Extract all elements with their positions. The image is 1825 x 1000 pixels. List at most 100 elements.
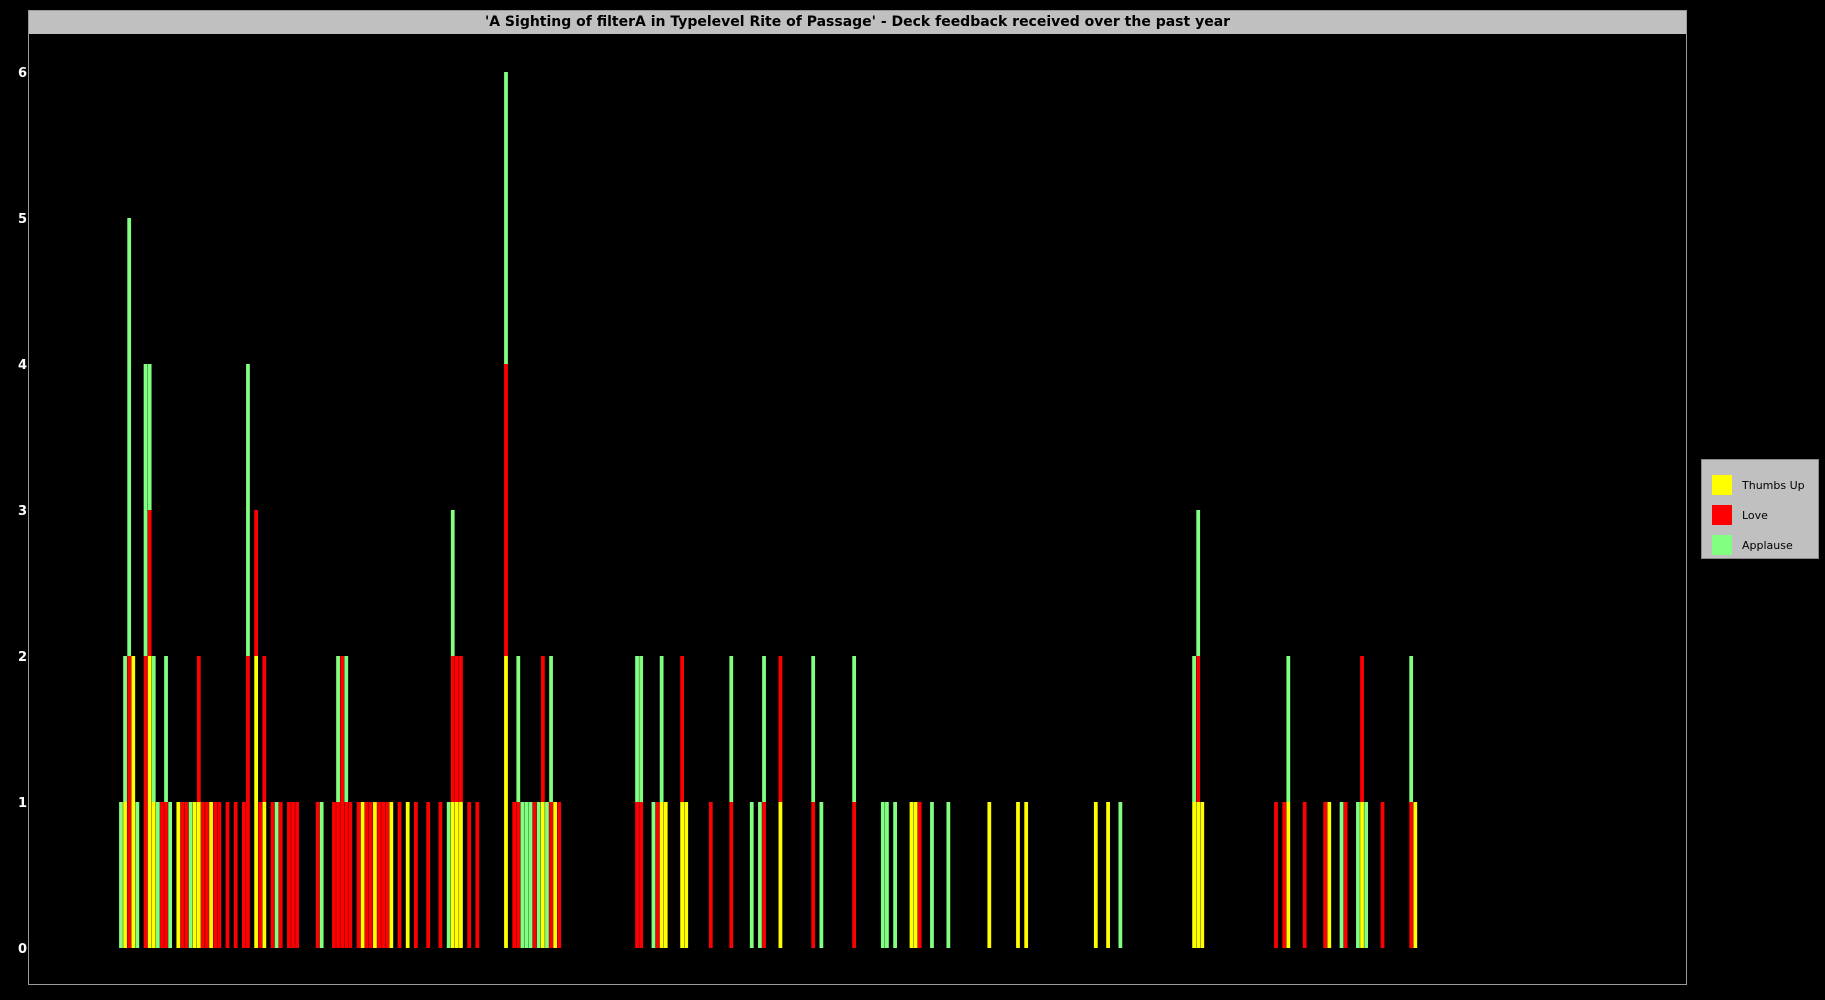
bar-love-295 — [1323, 802, 1328, 948]
legend-item-love: Love — [1712, 500, 1818, 530]
bar-applause-106 — [549, 656, 553, 802]
bar-applause-2 — [123, 656, 127, 802]
bar-love-20 — [196, 656, 201, 802]
bar-love-76 — [426, 802, 431, 948]
bar-applause-286 — [1286, 656, 1291, 802]
y-tick-label-4: 4 — [18, 358, 27, 373]
bar-applause-18 — [188, 802, 193, 948]
bar-love-170 — [811, 802, 816, 948]
bar-love-22 — [205, 802, 209, 948]
bar-applause-133 — [659, 656, 664, 802]
bar-love-150 — [729, 802, 734, 948]
bar-applause-100 — [524, 802, 529, 948]
bar-applause-81 — [446, 802, 451, 948]
bar-love-69 — [397, 802, 402, 948]
bar-applause-127 — [635, 656, 639, 802]
bar-thumbs-up-264 — [1196, 802, 1201, 948]
bar-love-82 — [450, 656, 455, 802]
bar-love-104 — [540, 656, 545, 802]
bar-thumbs-up-71 — [405, 802, 410, 948]
bar-thumbs-up-82 — [450, 802, 455, 948]
bar-applause-305 — [1364, 802, 1369, 948]
bar-applause-7 — [143, 364, 148, 656]
bar-love-98 — [516, 802, 521, 948]
bar-love-316 — [1409, 802, 1414, 948]
bar-thumbs-up-9 — [151, 802, 156, 948]
bar-thumbs-up-138 — [680, 802, 684, 948]
bar-love-73 — [414, 802, 418, 948]
bar-thumbs-up-84 — [459, 802, 463, 948]
y-tick-label-1: 1 — [18, 796, 27, 811]
bar-applause-264 — [1196, 510, 1201, 656]
legend-label-thumbs-up: Thumbs Up — [1742, 478, 1805, 492]
bar-love-127 — [635, 802, 639, 948]
legend-item-thumbs-up: Thumbs Up — [1712, 470, 1818, 500]
bar-thumbs-up-83 — [454, 802, 459, 948]
bar-applause-99 — [520, 802, 525, 948]
bar-love-49 — [315, 802, 320, 948]
bar-love-309 — [1380, 802, 1385, 948]
bar-thumbs-up-265 — [1200, 802, 1205, 948]
bar-thumbs-up-107 — [553, 802, 558, 948]
bar-applause-299 — [1339, 802, 1344, 948]
bar-applause-1 — [119, 802, 123, 948]
bar-love-300 — [1343, 802, 1348, 948]
chart-plot: 0 1 2 3 4 5 6 — [18, 66, 1418, 957]
bar-applause-170 — [811, 656, 816, 802]
bar-thumbs-up-60 — [360, 802, 365, 948]
bar-love-54 — [336, 802, 340, 948]
bar-thumbs-up-34 — [254, 656, 259, 948]
bar-love-12 — [164, 802, 168, 948]
bar-applause-3 — [127, 218, 132, 656]
bar-love-304 — [1360, 656, 1364, 802]
bar-thumbs-up-20 — [196, 802, 201, 948]
bar-applause-199 — [930, 802, 934, 948]
bar-applause-188 — [885, 802, 889, 948]
bar-applause-95 — [504, 72, 508, 364]
bar-thumbs-up-242 — [1106, 802, 1110, 948]
bar-love-25 — [217, 802, 222, 948]
bar-love-17 — [184, 802, 189, 948]
y-tick-label-0: 0 — [18, 942, 27, 957]
bar-love-53 — [332, 802, 336, 948]
bar-applause-98 — [516, 656, 521, 802]
legend-item-applause: Applause — [1712, 530, 1818, 560]
bar-applause-9 — [151, 656, 156, 802]
bar-love-8 — [147, 510, 152, 656]
bar-applause-203 — [946, 802, 951, 948]
bar-thumbs-up-194 — [909, 802, 914, 948]
bar-applause-13 — [168, 802, 173, 948]
bar-thumbs-up-134 — [663, 802, 668, 948]
bar-applause-82 — [450, 510, 455, 656]
bar-love-7 — [143, 656, 148, 948]
bar-love-102 — [532, 802, 537, 948]
bar-thumbs-up-36 — [262, 802, 267, 948]
legend-swatch-thumbs-up — [1712, 475, 1732, 495]
bar-thumbs-up-317 — [1413, 802, 1418, 948]
bar-love-283 — [1274, 802, 1278, 948]
bar-love-44 — [295, 802, 299, 948]
bar-love-88 — [475, 802, 480, 948]
bar-applause-303 — [1356, 802, 1360, 948]
bar-thumbs-up-286 — [1286, 802, 1291, 948]
bar-applause-245 — [1118, 802, 1123, 948]
bar-love-16 — [180, 802, 185, 948]
bar-love-61 — [364, 802, 369, 948]
bar-love-3 — [127, 656, 132, 948]
bar-love-38 — [270, 802, 275, 948]
bar-love-196 — [917, 802, 922, 948]
bar-love-264 — [1196, 656, 1201, 802]
bar-thumbs-up-239 — [1093, 802, 1098, 948]
bar-thumbs-up-162 — [778, 802, 783, 948]
bar-applause-316 — [1409, 656, 1414, 802]
bar-thumbs-up-23 — [209, 802, 213, 948]
bar-love-27 — [225, 802, 230, 948]
bar-thumbs-up-263 — [1192, 802, 1196, 948]
bar-love-32 — [246, 656, 250, 948]
bar-applause-32 — [246, 364, 250, 656]
bar-applause-8 — [147, 364, 152, 510]
bar-thumbs-up-15 — [176, 802, 181, 948]
bar-thumbs-up-95 — [504, 656, 508, 948]
bar-applause-131 — [651, 802, 656, 948]
bar-thumbs-up-8 — [147, 656, 152, 948]
